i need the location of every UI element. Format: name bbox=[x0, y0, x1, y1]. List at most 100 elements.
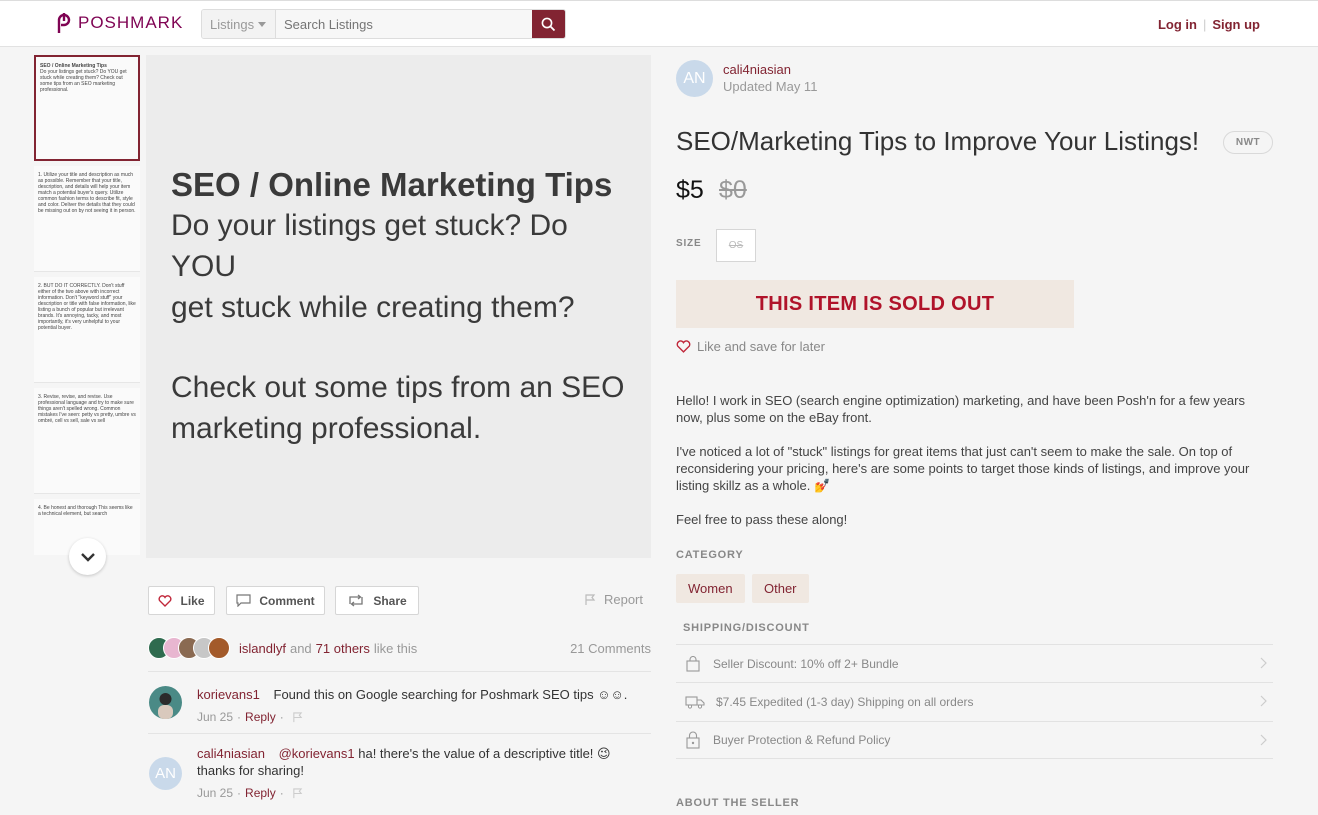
flag-icon bbox=[585, 593, 596, 605]
image-title: SEO / Online Marketing Tips bbox=[171, 166, 613, 203]
comment-body: korievans1 Found this on Google searchin… bbox=[197, 686, 647, 726]
comment-button[interactable]: Comment bbox=[226, 586, 325, 615]
bag-icon bbox=[686, 655, 700, 672]
search-scope-label: Listings bbox=[210, 16, 255, 32]
image-line: Do your listings get stuck? Do YOU bbox=[171, 209, 568, 283]
listing-description: Hello! I work in SEO (search engine opti… bbox=[676, 392, 1266, 545]
thumbnail-4[interactable]: 3. Revise, revise, and revise. Use profe… bbox=[34, 388, 140, 494]
comment-body: cali4niasian @korievans1 ha! there's the… bbox=[197, 745, 647, 802]
buyer-protection-row[interactable]: Buyer Protection & Refund Policy bbox=[676, 721, 1273, 759]
liker-avatars[interactable] bbox=[148, 637, 230, 659]
comment-meta: Jun 25 · Reply · bbox=[197, 709, 647, 726]
search-icon bbox=[541, 17, 556, 31]
heart-icon bbox=[676, 340, 691, 353]
divider bbox=[148, 733, 651, 734]
lock-icon bbox=[686, 731, 700, 749]
avatar bbox=[208, 637, 230, 659]
category-tag-women[interactable]: Women bbox=[676, 574, 745, 603]
caret-down-icon bbox=[258, 21, 267, 27]
comment-username[interactable]: korievans1 bbox=[197, 687, 260, 702]
thumbnail-2[interactable]: 1. Utilize your title and description as… bbox=[34, 166, 140, 272]
category-label: CATEGORY bbox=[676, 549, 744, 561]
chevron-right-icon bbox=[1260, 657, 1267, 669]
search-button[interactable] bbox=[532, 10, 565, 38]
listing-title: SEO/Marketing Tips to Improve Your Listi… bbox=[676, 126, 1200, 156]
share-label: Share bbox=[373, 593, 407, 608]
avatar-photo-icon bbox=[158, 693, 173, 719]
image-line: Check out some tips from an SEO bbox=[171, 371, 625, 404]
report-label: Report bbox=[603, 592, 643, 607]
description-paragraph: I've noticed a lot of "stuck" listings f… bbox=[676, 444, 1250, 493]
chevron-right-icon bbox=[1260, 695, 1267, 707]
comment-date: Jun 25 bbox=[197, 710, 234, 724]
search-scope-select[interactable]: Listings bbox=[202, 10, 276, 38]
thumbnail-scroll-button[interactable] bbox=[69, 538, 106, 575]
shipping-label: SHIPPING/DISCOUNT bbox=[683, 622, 810, 634]
likers-suffix: like this bbox=[373, 640, 418, 656]
seller-discount-text: Seller Discount: 10% off 2+ Bundle bbox=[713, 656, 899, 671]
listing-updated: Updated May 11 bbox=[723, 79, 818, 94]
comment-label: Comment bbox=[259, 593, 315, 608]
size-option[interactable]: OS bbox=[716, 229, 756, 262]
likers-and: and bbox=[289, 640, 312, 656]
chevron-right-icon bbox=[1260, 734, 1267, 746]
like-save-label: Like and save for later bbox=[697, 339, 825, 354]
poshmark-logo-icon bbox=[57, 13, 71, 33]
thumbnail-text: Do your listings get stuck? Do YOU get s… bbox=[40, 69, 127, 93]
others-link[interactable]: 71 others bbox=[316, 641, 370, 656]
seller-username[interactable]: cali4niasian bbox=[723, 62, 791, 77]
category-tag-other[interactable]: Other bbox=[752, 574, 809, 603]
seller-discount-row[interactable]: Seller Discount: 10% off 2+ Bundle bbox=[676, 644, 1273, 682]
seller-avatar[interactable]: AN bbox=[676, 60, 713, 97]
like-save-link[interactable]: Like and save for later bbox=[676, 339, 825, 354]
comment-text: Found this on Google searching for Poshm… bbox=[273, 687, 628, 702]
login-link[interactable]: Log in bbox=[1158, 17, 1197, 32]
like-button[interactable]: Like bbox=[148, 586, 215, 615]
liker-link[interactable]: islandlyf bbox=[239, 641, 286, 656]
thumbnail-strip: SEO / Online Marketing Tips Do your list… bbox=[34, 55, 141, 555]
about-seller-label: ABOUT THE SELLER bbox=[676, 797, 800, 809]
heart-icon bbox=[158, 594, 173, 607]
thumbnail-text: 2. BUT DO IT CORRECTLY. Don't stuff eith… bbox=[38, 283, 136, 331]
signup-link[interactable]: Sign up bbox=[1212, 17, 1260, 32]
reply-link[interactable]: Reply bbox=[245, 785, 276, 802]
like-label: Like bbox=[180, 593, 205, 608]
search-input[interactable] bbox=[276, 10, 532, 38]
flag-icon[interactable] bbox=[292, 788, 303, 799]
shipping-row[interactable]: $7.45 Expedited (1-3 day) Shipping on al… bbox=[676, 682, 1273, 720]
comments-count[interactable]: 21 Comments bbox=[570, 641, 651, 656]
auth-links: Log in | Sign up bbox=[1158, 17, 1260, 32]
thumbnail-text: 1. Utilize your title and description as… bbox=[38, 172, 136, 214]
size-label: SIZE bbox=[676, 238, 702, 249]
likers-row: islandlyf and 71 others like this 21 Com… bbox=[148, 636, 651, 660]
reply-link[interactable]: Reply bbox=[245, 709, 276, 726]
description-paragraph: Hello! I work in SEO (search engine opti… bbox=[676, 393, 1245, 425]
comment-date: Jun 25 bbox=[197, 786, 234, 800]
share-icon bbox=[349, 594, 363, 607]
shipping-text: $7.45 Expedited (1-3 day) Shipping on al… bbox=[716, 694, 974, 709]
thumbnail-3[interactable]: 2. BUT DO IT CORRECTLY. Don't stuff eith… bbox=[34, 277, 140, 383]
flag-icon[interactable] bbox=[292, 712, 303, 723]
commenter-avatar[interactable]: AN bbox=[149, 757, 182, 790]
search-bar: Listings bbox=[201, 9, 566, 39]
thumbnail-1[interactable]: SEO / Online Marketing Tips Do your list… bbox=[34, 55, 140, 161]
listing-price: $5 bbox=[676, 176, 704, 204]
thumbnail-text: 3. Revise, revise, and revise. Use profe… bbox=[38, 394, 136, 424]
social-actions: Like Comment Share Report bbox=[148, 586, 651, 615]
buyer-protection-text: Buyer Protection & Refund Policy bbox=[713, 733, 891, 747]
comment-mention[interactable]: @korievans1 bbox=[279, 746, 355, 761]
original-price: $0 bbox=[719, 176, 747, 204]
top-navbar: POSHMARK Listings Log in | Sign up bbox=[0, 0, 1318, 47]
divider bbox=[148, 671, 651, 672]
thumbnail-text: 4. Be honest and thorough This seems lik… bbox=[38, 505, 133, 517]
share-button[interactable]: Share bbox=[335, 586, 419, 615]
main-listing-image[interactable]: SEO / Online Marketing Tips Do your list… bbox=[146, 55, 651, 558]
poshmark-logo[interactable]: POSHMARK bbox=[52, 12, 183, 34]
commenter-avatar[interactable] bbox=[149, 686, 182, 719]
condition-badge: NWT bbox=[1223, 131, 1273, 154]
sold-out-banner: THIS ITEM IS SOLD OUT bbox=[676, 280, 1074, 328]
comment-meta: Jun 25 · Reply · bbox=[197, 785, 647, 802]
report-link[interactable]: Report bbox=[584, 592, 643, 607]
comment-username[interactable]: cali4niasian bbox=[197, 746, 265, 761]
comment-icon bbox=[236, 594, 251, 607]
